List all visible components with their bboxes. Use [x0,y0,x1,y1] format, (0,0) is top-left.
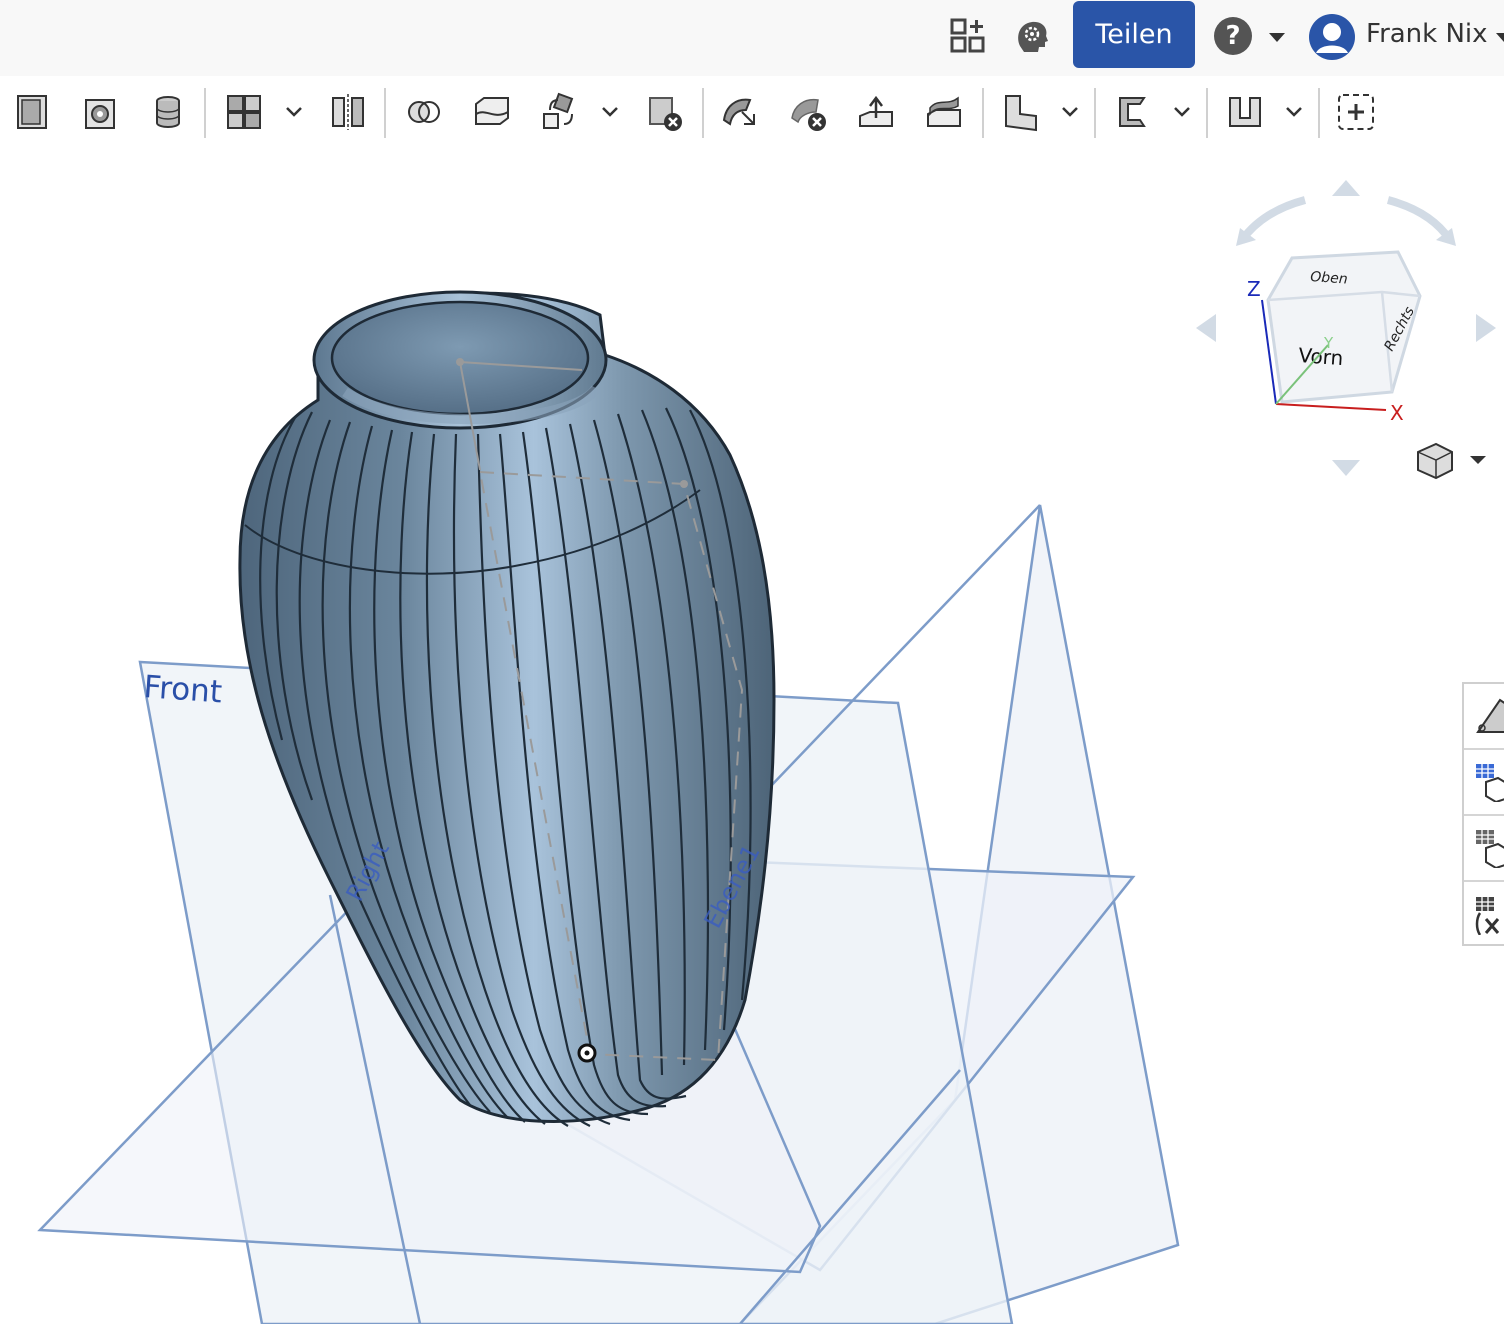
plane-icon[interactable] [998,90,1042,134]
toolbar-separator [1206,88,1208,138]
orbit-left-icon[interactable] [1238,196,1307,243]
boolean-icon[interactable] [402,90,446,134]
delete-part-icon[interactable] [642,90,686,134]
transform-icon[interactable] [538,90,582,134]
plane-dropdown-icon[interactable] [1061,106,1079,118]
rotate-right-icon[interactable] [1476,314,1496,342]
user-menu-dropdown-icon[interactable] [1496,33,1504,42]
frame-icon[interactable] [1222,90,1266,134]
right-side-panel [1462,682,1504,946]
split-icon[interactable] [470,90,514,134]
pattern-icon[interactable] [222,90,266,134]
rotate-down-icon[interactable] [1332,460,1360,476]
add-feature-icon[interactable] [1334,90,1378,134]
toolbar-separator [1318,88,1320,138]
cube-front-face[interactable]: Vorn [1298,343,1344,370]
replace-face-icon[interactable] [922,90,966,134]
sheet-metal-icon[interactable] [1110,90,1154,134]
user-avatar-icon[interactable] [1308,13,1356,61]
axis-z-label: Z [1247,277,1261,301]
rotate-up-icon[interactable] [1332,180,1360,196]
view-cube[interactable]: Oben Vorn Rechts Z X Y [1190,170,1504,500]
extrude-icon[interactable] [78,90,122,134]
mirror-icon[interactable] [326,90,370,134]
delete-face-icon[interactable] [786,90,830,134]
table-panel-button[interactable] [1464,816,1504,882]
orbit-right-icon[interactable] [1386,196,1454,243]
bom-table-icon [1476,764,1504,802]
revolve-icon[interactable] [146,90,190,134]
appearance-icon [1476,698,1504,733]
top-bar: Teilen ? Frank Nix [0,0,1504,76]
transform-dropdown-icon[interactable] [601,106,619,118]
view-mode-icon[interactable] [1417,442,1453,480]
share-button[interactable]: Teilen [1073,1,1195,68]
view-mode-dropdown-icon[interactable] [1470,456,1486,464]
frame-dropdown-icon[interactable] [1285,106,1303,118]
gear-brain-icon[interactable] [1010,14,1054,58]
variable-panel-button[interactable] [1464,882,1504,948]
app-store-icon[interactable] [946,14,990,58]
toolbar-separator [1094,88,1096,138]
user-name[interactable]: Frank Nix [1366,19,1488,49]
bom-panel-button[interactable] [1464,750,1504,816]
help-icon[interactable]: ? [1214,17,1252,55]
front-plane-label: Front [142,669,223,710]
axis-x-label: X [1390,401,1404,425]
move-face-icon[interactable] [854,90,898,134]
axis-y-label: Y [1323,334,1334,352]
toolbar-separator [384,88,386,138]
cube-top-face[interactable]: Oben [1310,269,1348,288]
rotate-left-icon[interactable] [1196,314,1216,342]
sketch-icon[interactable] [10,90,54,134]
feature-toolbar [0,76,1504,150]
variable-table-icon [1475,897,1500,935]
help-dropdown-icon[interactable] [1269,33,1285,42]
pattern-dropdown-icon[interactable] [285,106,303,118]
toolbar-separator [702,88,704,138]
modify-face-icon[interactable] [718,90,762,134]
table-icon [1476,830,1504,868]
toolbar-separator [982,88,984,138]
sheet-metal-dropdown-icon[interactable] [1173,106,1191,118]
appearance-panel-button[interactable] [1464,684,1504,750]
toolbar-separator [204,88,206,138]
